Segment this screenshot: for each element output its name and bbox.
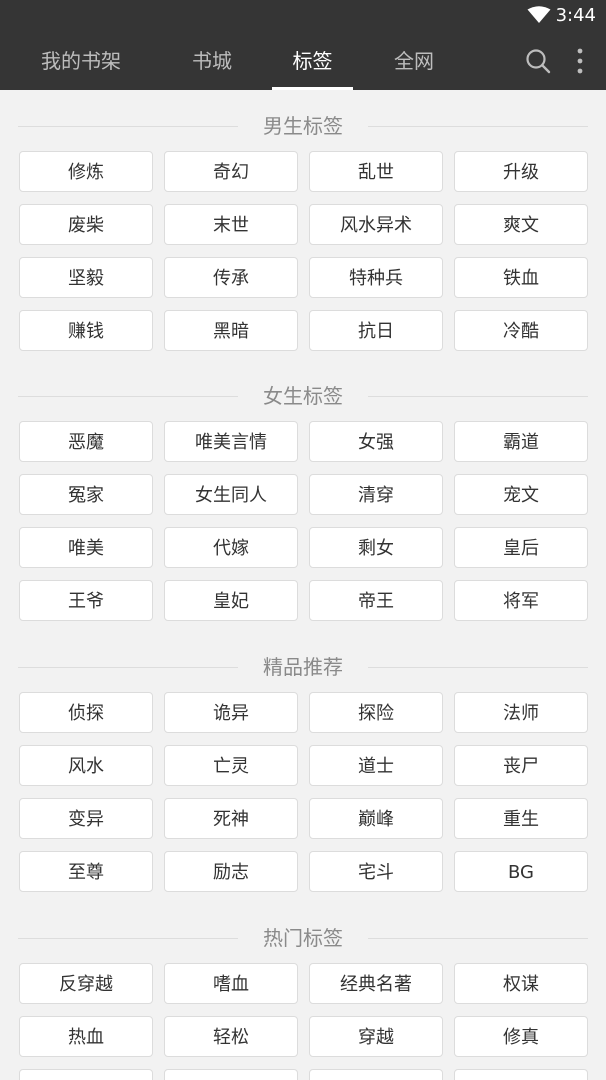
tag-button[interactable]: 嗜血 xyxy=(164,963,298,1004)
tag-button[interactable]: 升级 xyxy=(454,151,588,192)
tag-list[interactable]: 男生标签修炼 奇幻 乱世 升级废柴 末世 风水异术 爽文坚毅 传承 特种兵 铁血赚钱 黑暗 抗日 冷酷女… xyxy=(0,90,606,1080)
tag-button[interactable]: 将军 xyxy=(454,580,588,621)
tag-button[interactable]: 霸道 xyxy=(454,421,588,462)
tag-grid-featured-tags: 侦探 诡异 探险 法师风水 亡灵 道士 丧尸变异 死神 巅峰 重生至尊 励志 宅斗 BG xyxy=(19,692,588,892)
tag-button[interactable]: 宅斗 xyxy=(309,851,443,892)
tag-button[interactable] xyxy=(164,1069,298,1080)
tag-button[interactable]: 亡灵 xyxy=(164,745,298,786)
section-title: 精品推荐 xyxy=(263,655,343,679)
tab-whole-web[interactable]: 全网 xyxy=(374,32,454,90)
tag-button[interactable]: 道士 xyxy=(309,745,443,786)
status-bar: 3:44 xyxy=(0,0,606,32)
section-header-hot-tags: 热门标签 xyxy=(18,918,588,958)
section-header-featured-tags: 精品推荐 xyxy=(18,647,588,687)
tag-button[interactable]: 帝王 xyxy=(309,580,443,621)
tab-tags[interactable]: 标签 xyxy=(272,32,353,90)
section-header-male-tags: 男生标签 xyxy=(18,106,588,146)
tag-button[interactable]: 励志 xyxy=(164,851,298,892)
tag-button[interactable]: 特种兵 xyxy=(309,257,443,298)
tag-button[interactable]: 修真 xyxy=(454,1016,588,1057)
section-title: 男生标签 xyxy=(263,114,343,138)
tag-button[interactable]: 唯美 xyxy=(19,527,153,568)
tag-grid-male-tags: 修炼 奇幻 乱世 升级废柴 末世 风水异术 爽文坚毅 传承 特种兵 铁血赚钱 黑暗 抗日 冷酷 xyxy=(19,151,588,351)
tag-button[interactable]: 皇妃 xyxy=(164,580,298,621)
tag-button[interactable]: 剩女 xyxy=(309,527,443,568)
tag-button[interactable]: 权谋 xyxy=(454,963,588,1004)
tag-button[interactable]: 王爷 xyxy=(19,580,153,621)
tag-button[interactable]: 冷酷 xyxy=(454,310,588,351)
tag-button[interactable]: 宠文 xyxy=(454,474,588,515)
tag-button[interactable]: 赚钱 xyxy=(19,310,153,351)
tag-button[interactable]: 传承 xyxy=(164,257,298,298)
tag-button[interactable]: 奇幻 xyxy=(164,151,298,192)
tab-bookshelf[interactable]: 我的书架 xyxy=(22,32,140,90)
app-bar: 我的书架 书城 标签 全网 xyxy=(0,32,606,90)
tag-button[interactable]: 风水异术 xyxy=(309,204,443,245)
tag-button[interactable]: 女生同人 xyxy=(164,474,298,515)
tag-button[interactable]: 热血 xyxy=(19,1016,153,1057)
tag-button[interactable]: 唯美言情 xyxy=(164,421,298,462)
tag-button[interactable]: 恶魔 xyxy=(19,421,153,462)
tag-button[interactable]: BG xyxy=(454,851,588,892)
tag-button[interactable]: 至尊 xyxy=(19,851,153,892)
tag-grid-female-tags: 恶魔 唯美言情 女强 霸道冤家 女生同人 清穿 宠文唯美 代嫁 剩女 皇后王爷 皇妃 帝王 将军 xyxy=(19,421,588,621)
tag-button[interactable]: 侦探 xyxy=(19,692,153,733)
status-time: 3:44 xyxy=(555,5,596,26)
tag-button[interactable]: 经典名著 xyxy=(309,963,443,1004)
tag-button[interactable]: 黑暗 xyxy=(164,310,298,351)
tag-button[interactable]: 修炼 xyxy=(19,151,153,192)
tag-button[interactable]: 变异 xyxy=(19,798,153,839)
tag-button[interactable]: 女强 xyxy=(309,421,443,462)
tag-button[interactable]: 丧尸 xyxy=(454,745,588,786)
tag-button[interactable]: 死神 xyxy=(164,798,298,839)
tag-grid-hot-tags: 反穿越 嗜血 经典名著 权谋热血 轻松 穿越 修真 xyxy=(19,963,588,1080)
search-icon[interactable] xyxy=(525,48,551,74)
tag-button[interactable]: 废柴 xyxy=(19,204,153,245)
tag-button[interactable]: 抗日 xyxy=(309,310,443,351)
tag-button[interactable]: 皇后 xyxy=(454,527,588,568)
tag-button[interactable] xyxy=(19,1069,153,1080)
tag-button[interactable]: 清穿 xyxy=(309,474,443,515)
tag-button[interactable]: 坚毅 xyxy=(19,257,153,298)
more-vertical-icon[interactable] xyxy=(570,46,590,76)
tag-button[interactable]: 反穿越 xyxy=(19,963,153,1004)
tag-button[interactable]: 末世 xyxy=(164,204,298,245)
tag-button[interactable]: 诡异 xyxy=(164,692,298,733)
tag-button[interactable] xyxy=(309,1069,443,1080)
section-header-female-tags: 女生标签 xyxy=(18,376,588,416)
tag-button[interactable]: 穿越 xyxy=(309,1016,443,1057)
tag-button[interactable]: 法师 xyxy=(454,692,588,733)
tag-button[interactable]: 爽文 xyxy=(454,204,588,245)
tag-button[interactable]: 轻松 xyxy=(164,1016,298,1057)
tag-button[interactable]: 巅峰 xyxy=(309,798,443,839)
tab-bookstore[interactable]: 书城 xyxy=(172,32,252,90)
wifi-icon xyxy=(527,6,551,23)
section-title: 女生标签 xyxy=(263,384,343,408)
tag-button[interactable] xyxy=(454,1069,588,1080)
tag-button[interactable]: 重生 xyxy=(454,798,588,839)
tag-button[interactable]: 风水 xyxy=(19,745,153,786)
section-title: 热门标签 xyxy=(263,926,343,950)
tag-button[interactable]: 乱世 xyxy=(309,151,443,192)
tag-button[interactable]: 冤家 xyxy=(19,474,153,515)
tag-button[interactable]: 探险 xyxy=(309,692,443,733)
tag-button[interactable]: 铁血 xyxy=(454,257,588,298)
tag-button[interactable]: 代嫁 xyxy=(164,527,298,568)
